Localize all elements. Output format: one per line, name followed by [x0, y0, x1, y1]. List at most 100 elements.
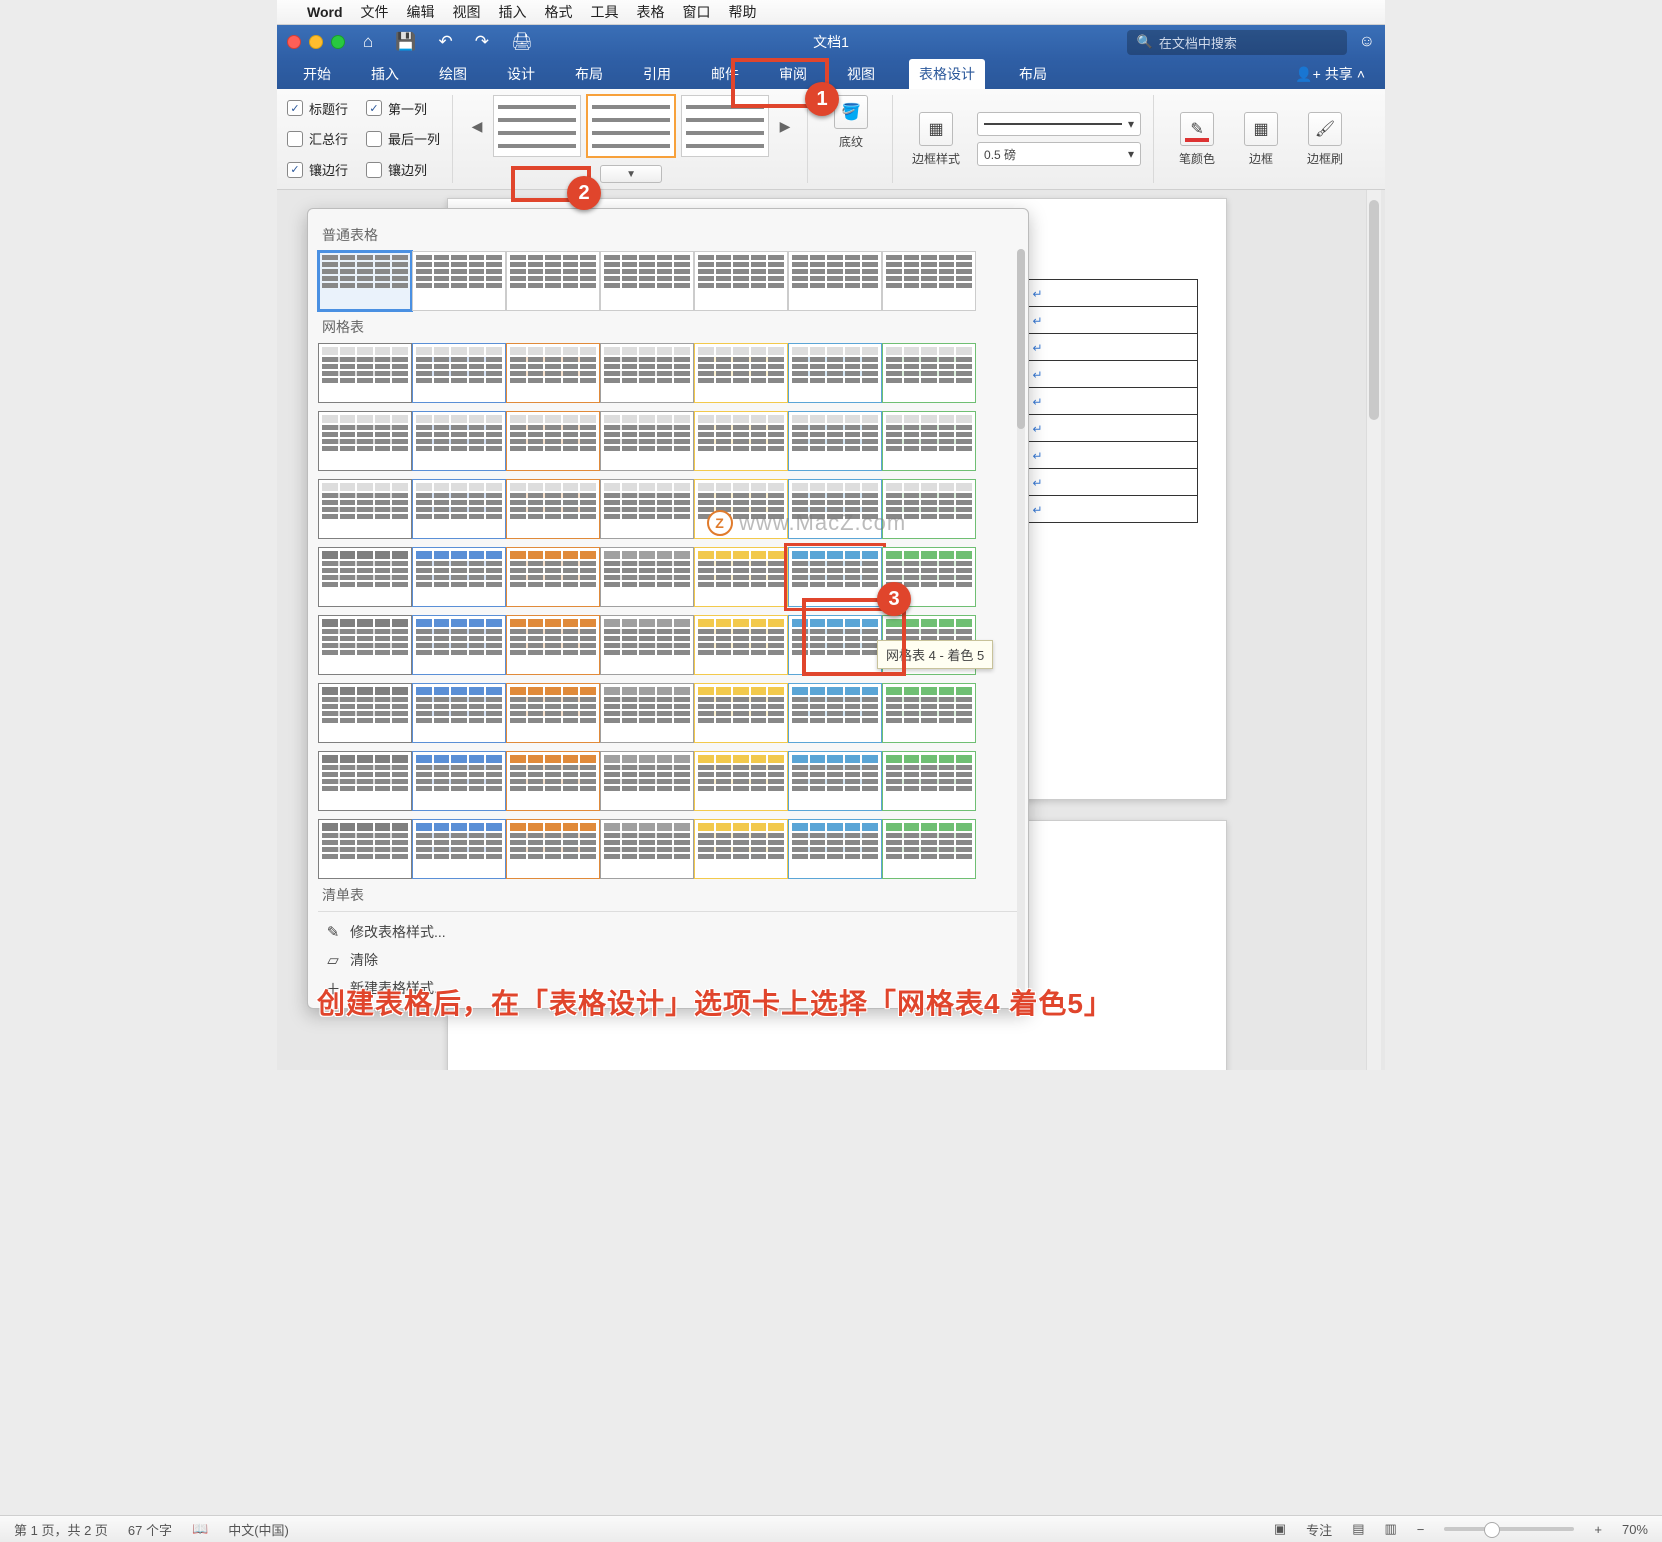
menu-format[interactable]: 格式 — [545, 2, 573, 22]
line-weight-combo[interactable]: 0.5 磅▾ — [977, 142, 1141, 166]
view-print-icon[interactable]: ▤ — [1352, 1521, 1364, 1537]
home-icon[interactable]: ⌂ — [363, 32, 373, 52]
line-style-combo[interactable]: ▾ — [977, 112, 1141, 136]
grid-style-r2-c2[interactable] — [506, 479, 600, 539]
grid-style-r0-c0[interactable] — [318, 343, 412, 403]
scroll-thumb[interactable] — [1369, 200, 1379, 420]
grid-style-r1-c5[interactable] — [788, 411, 882, 471]
grid-style-r0-c1[interactable] — [412, 343, 506, 403]
chk-banded-col[interactable]: ✓ — [366, 162, 382, 178]
status-spell-icon[interactable]: 📖 — [192, 1521, 208, 1537]
zoom-value[interactable]: 70% — [1622, 1522, 1648, 1537]
border-painter-button[interactable]: 🖌边框刷 — [1296, 95, 1354, 183]
grid-style-r1-c3[interactable] — [600, 411, 694, 471]
chk-header-row[interactable]: ✓ — [287, 100, 303, 116]
grid-style-r6-c0[interactable] — [318, 751, 412, 811]
status-words[interactable]: 67 个字 — [128, 1520, 172, 1539]
grid-style-r7-c4[interactable] — [694, 819, 788, 879]
grid-style-r3-c1[interactable] — [412, 547, 506, 607]
plain-style-1[interactable] — [412, 251, 506, 311]
table-cell[interactable]: ↵ — [1028, 442, 1198, 469]
table-cell[interactable]: ↵ — [1028, 388, 1198, 415]
plain-style-3[interactable] — [600, 251, 694, 311]
plain-style-0[interactable] — [318, 251, 412, 311]
grid-style-r6-c6[interactable] — [882, 751, 976, 811]
grid-style-r7-c1[interactable] — [412, 819, 506, 879]
grid-style-r4-c0[interactable] — [318, 615, 412, 675]
panel-scrollbar[interactable] — [1017, 249, 1025, 998]
grid-style-r1-c2[interactable] — [506, 411, 600, 471]
grid-style-r6-c1[interactable] — [412, 751, 506, 811]
tab-view[interactable]: 视图 — [841, 60, 881, 88]
zoom-window[interactable] — [331, 35, 345, 49]
borders-button[interactable]: ▦边框 — [1232, 95, 1290, 183]
grid-style-r7-c6[interactable] — [882, 819, 976, 879]
tab-home[interactable]: 开始 — [297, 60, 337, 88]
grid-style-r7-c5[interactable] — [788, 819, 882, 879]
tab-table-design[interactable]: 表格设计 — [909, 59, 985, 89]
grid-style-r4-c2[interactable] — [506, 615, 600, 675]
grid-style-r1-c0[interactable] — [318, 411, 412, 471]
close-window[interactable] — [287, 35, 301, 49]
chk-banded-row[interactable]: ✓ — [287, 162, 303, 178]
grid-style-r0-c3[interactable] — [600, 343, 694, 403]
gallery-prev[interactable]: ◀ — [467, 95, 487, 157]
chk-total-row[interactable]: ✓ — [287, 131, 303, 147]
save-icon[interactable]: 💾 — [395, 32, 416, 52]
status-focus[interactable]: 专注 — [1306, 1520, 1332, 1539]
menu-help[interactable]: 帮助 — [729, 2, 757, 22]
menu-edit[interactable]: 编辑 — [407, 2, 435, 22]
table-cell[interactable]: ↵ — [1028, 334, 1198, 361]
grid-style-r5-c3[interactable] — [600, 683, 694, 743]
grid-style-r3-c4[interactable] — [694, 547, 788, 607]
grid-style-r5-c5[interactable] — [788, 683, 882, 743]
grid-style-r1-c6[interactable] — [882, 411, 976, 471]
zoom-in[interactable]: + — [1594, 1522, 1602, 1537]
tab-design[interactable]: 设计 — [501, 60, 541, 88]
grid-style-r7-c2[interactable] — [506, 819, 600, 879]
redo-icon[interactable]: ↷ — [475, 32, 489, 52]
menu-window[interactable]: 窗口 — [683, 2, 711, 22]
border-style-button[interactable]: ▦ 边框样式 — [907, 112, 965, 167]
plain-style-5[interactable] — [788, 251, 882, 311]
menu-view[interactable]: 视图 — [453, 2, 481, 22]
table-cell[interactable]: ↵ — [1028, 469, 1198, 496]
grid-style-r3-c2[interactable] — [506, 547, 600, 607]
grid-style-r3-c3[interactable] — [600, 547, 694, 607]
undo-icon[interactable]: ↶ — [438, 32, 452, 52]
menu-tools[interactable]: 工具 — [591, 2, 619, 22]
menu-table[interactable]: 表格 — [637, 2, 665, 22]
grid-style-r1-c1[interactable] — [412, 411, 506, 471]
share-button[interactable]: 👤+ 共享 ˄ — [1295, 64, 1365, 84]
grid-style-r5-c0[interactable] — [318, 683, 412, 743]
grid-style-r3-c0[interactable] — [318, 547, 412, 607]
style-thumb-2[interactable] — [587, 95, 675, 157]
grid-style-r5-c6[interactable] — [882, 683, 976, 743]
grid-style-r5-c4[interactable] — [694, 683, 788, 743]
zoom-knob[interactable] — [1484, 1522, 1500, 1538]
menu-file[interactable]: 文件 — [361, 2, 389, 22]
chk-first-col[interactable]: ✓ — [366, 100, 382, 116]
tab-draw[interactable]: 绘图 — [433, 60, 473, 88]
menu-insert[interactable]: 插入 — [499, 2, 527, 22]
grid-style-r2-c1[interactable] — [412, 479, 506, 539]
status-lang[interactable]: 中文(中国) — [228, 1520, 289, 1539]
grid-style-r0-c2[interactable] — [506, 343, 600, 403]
grid-style-r2-c0[interactable] — [318, 479, 412, 539]
search-box[interactable]: 🔍 在文档中搜索 — [1127, 30, 1347, 55]
clear-style[interactable]: ▱清除 — [318, 946, 1018, 974]
tab-table-layout[interactable]: 布局 — [1013, 60, 1053, 88]
table-cell[interactable]: ↵ — [1028, 307, 1198, 334]
table-cell[interactable]: ↵ — [1028, 361, 1198, 388]
grid-style-r0-c5[interactable] — [788, 343, 882, 403]
grid-style-r6-c2[interactable] — [506, 751, 600, 811]
print-icon[interactable]: 🖨 — [511, 32, 533, 52]
plain-style-4[interactable] — [694, 251, 788, 311]
grid-style-r4-c4[interactable] — [694, 615, 788, 675]
focus-mode-icon[interactable]: ▣ — [1274, 1521, 1286, 1537]
table-cell[interactable]: ↵ — [1028, 415, 1198, 442]
grid-style-r5-c2[interactable] — [506, 683, 600, 743]
grid-style-r6-c4[interactable] — [694, 751, 788, 811]
pen-color-button[interactable]: ✎笔颜色 — [1168, 95, 1226, 183]
vertical-scrollbar[interactable] — [1366, 190, 1381, 1070]
